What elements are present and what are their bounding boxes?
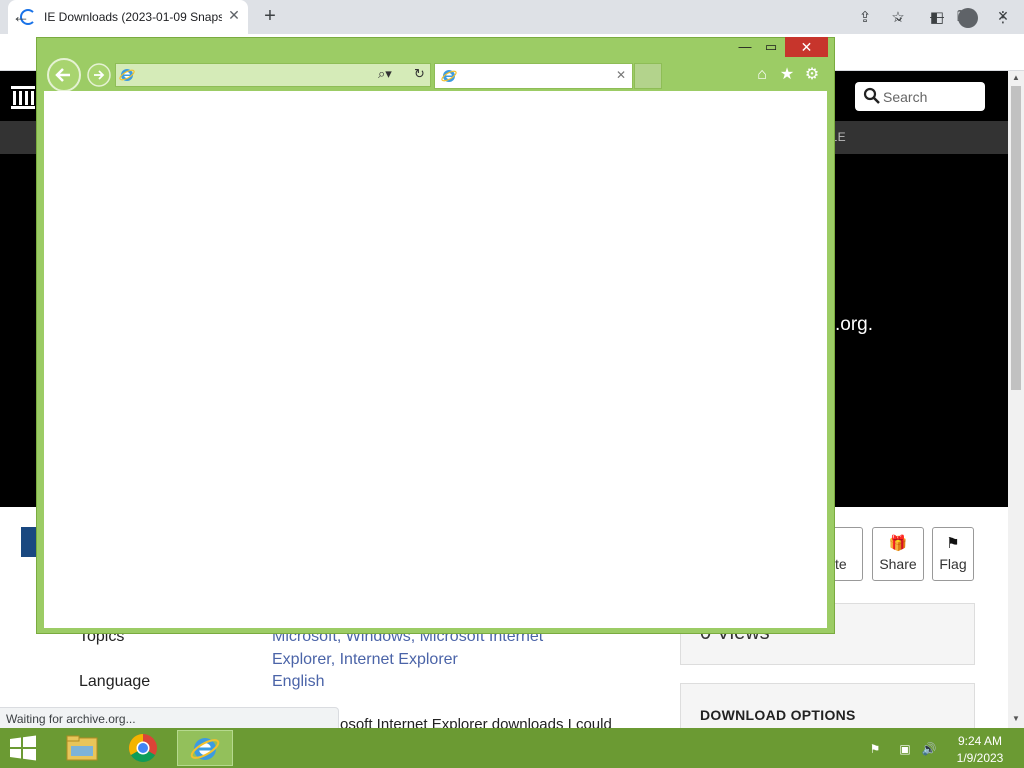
language-value[interactable]: English	[272, 673, 324, 691]
topic-link-explorer[interactable]: Explorer	[272, 651, 331, 668]
site-search-input[interactable]: Search	[855, 82, 985, 111]
clock-date[interactable]: 1/9/2023	[942, 751, 1018, 765]
flag-button[interactable]: ⚑ Flag	[932, 527, 974, 581]
tab-close-icon[interactable]: ✕	[226, 7, 242, 25]
share-label: Share	[879, 556, 917, 572]
flag-label: Flag	[939, 556, 967, 572]
ie-address-input[interactable]	[136, 66, 380, 86]
download-options-title: DOWNLOAD OPTIONS	[700, 707, 856, 723]
ie-content-area[interactable]	[44, 91, 827, 628]
volume-icon[interactable]: 🔊	[920, 740, 938, 758]
scrollbar-thumb[interactable]	[1011, 86, 1021, 390]
archive-logo-icon[interactable]	[10, 84, 36, 110]
ie-address-bar[interactable]: ⌕▾ ↻	[115, 63, 431, 87]
ie-maximize-button[interactable]: ▭	[758, 38, 784, 56]
ie-search-dropdown-icon[interactable]: ⌕▾	[378, 66, 392, 82]
share-button[interactable]: 🎁 Share	[872, 527, 924, 581]
taskbar-file-explorer[interactable]	[54, 730, 110, 766]
ie-new-tab-button[interactable]	[634, 63, 662, 89]
ie-forward-button[interactable]	[86, 62, 112, 88]
ie-tab[interactable]: ✕	[434, 63, 633, 89]
back-button[interactable]: ←	[8, 6, 34, 30]
topics-links-line2: Explorer, Internet Explorer	[272, 651, 458, 668]
new-tab-button[interactable]: +	[258, 4, 282, 28]
language-label: Language	[79, 673, 151, 690]
browser-tab[interactable]: IE Downloads (2023-01-09 Snapshot) ✕	[8, 0, 248, 34]
folder-icon	[66, 735, 98, 761]
internet-explorer-icon	[190, 738, 220, 760]
clock-time[interactable]: 9:24 AM	[942, 734, 1018, 748]
ie-tab-close-icon[interactable]: ✕	[616, 68, 626, 82]
ie-tab-e-icon	[441, 70, 457, 82]
chrome-menu-icon[interactable]: ⋮	[990, 6, 1016, 30]
flag-icon: ⚑	[946, 535, 960, 552]
topic-link-internet-explorer[interactable]: Internet Explorer	[340, 651, 458, 668]
status-text: Waiting for archive.org...	[6, 712, 136, 726]
scroll-up-icon[interactable]: ▲	[1008, 71, 1024, 85]
ie-refresh-icon[interactable]: ↻	[414, 66, 425, 82]
chrome-icon	[129, 734, 157, 762]
side-panel-icon[interactable]: ◧	[924, 6, 950, 30]
tab-title: IE Downloads (2023-01-09 Snapshot)	[44, 10, 222, 24]
ie-home-icon[interactable]: ⌂	[752, 65, 772, 85]
profile-avatar[interactable]	[958, 8, 978, 28]
ie-close-button[interactable]: ✕	[785, 37, 828, 57]
taskbar-chrome[interactable]	[115, 730, 171, 766]
share-gift-icon: 🎁	[888, 535, 908, 552]
ie-e-icon	[119, 69, 135, 81]
search-placeholder: Search	[883, 89, 928, 105]
taskbar-internet-explorer[interactable]	[177, 730, 233, 766]
bookmark-star-icon[interactable]: ☆	[885, 6, 911, 30]
share-icon[interactable]: ⇪	[852, 6, 878, 30]
action-center-flag-icon[interactable]: ⚑	[866, 740, 884, 758]
ie-tools-gear-icon[interactable]: ⚙	[802, 65, 822, 85]
windows-start-icon[interactable]	[8, 734, 38, 762]
network-icon[interactable]: ▣	[896, 740, 914, 758]
hero-text: .org.	[835, 314, 874, 335]
ie-minimize-button[interactable]: —	[732, 38, 758, 56]
ie-back-button[interactable]	[46, 57, 82, 93]
ie-favorites-icon[interactable]: ★	[777, 65, 797, 85]
scroll-down-icon[interactable]: ▼	[1008, 712, 1024, 726]
status-bubble: Waiting for archive.org...	[0, 707, 339, 730]
search-icon	[863, 87, 880, 104]
